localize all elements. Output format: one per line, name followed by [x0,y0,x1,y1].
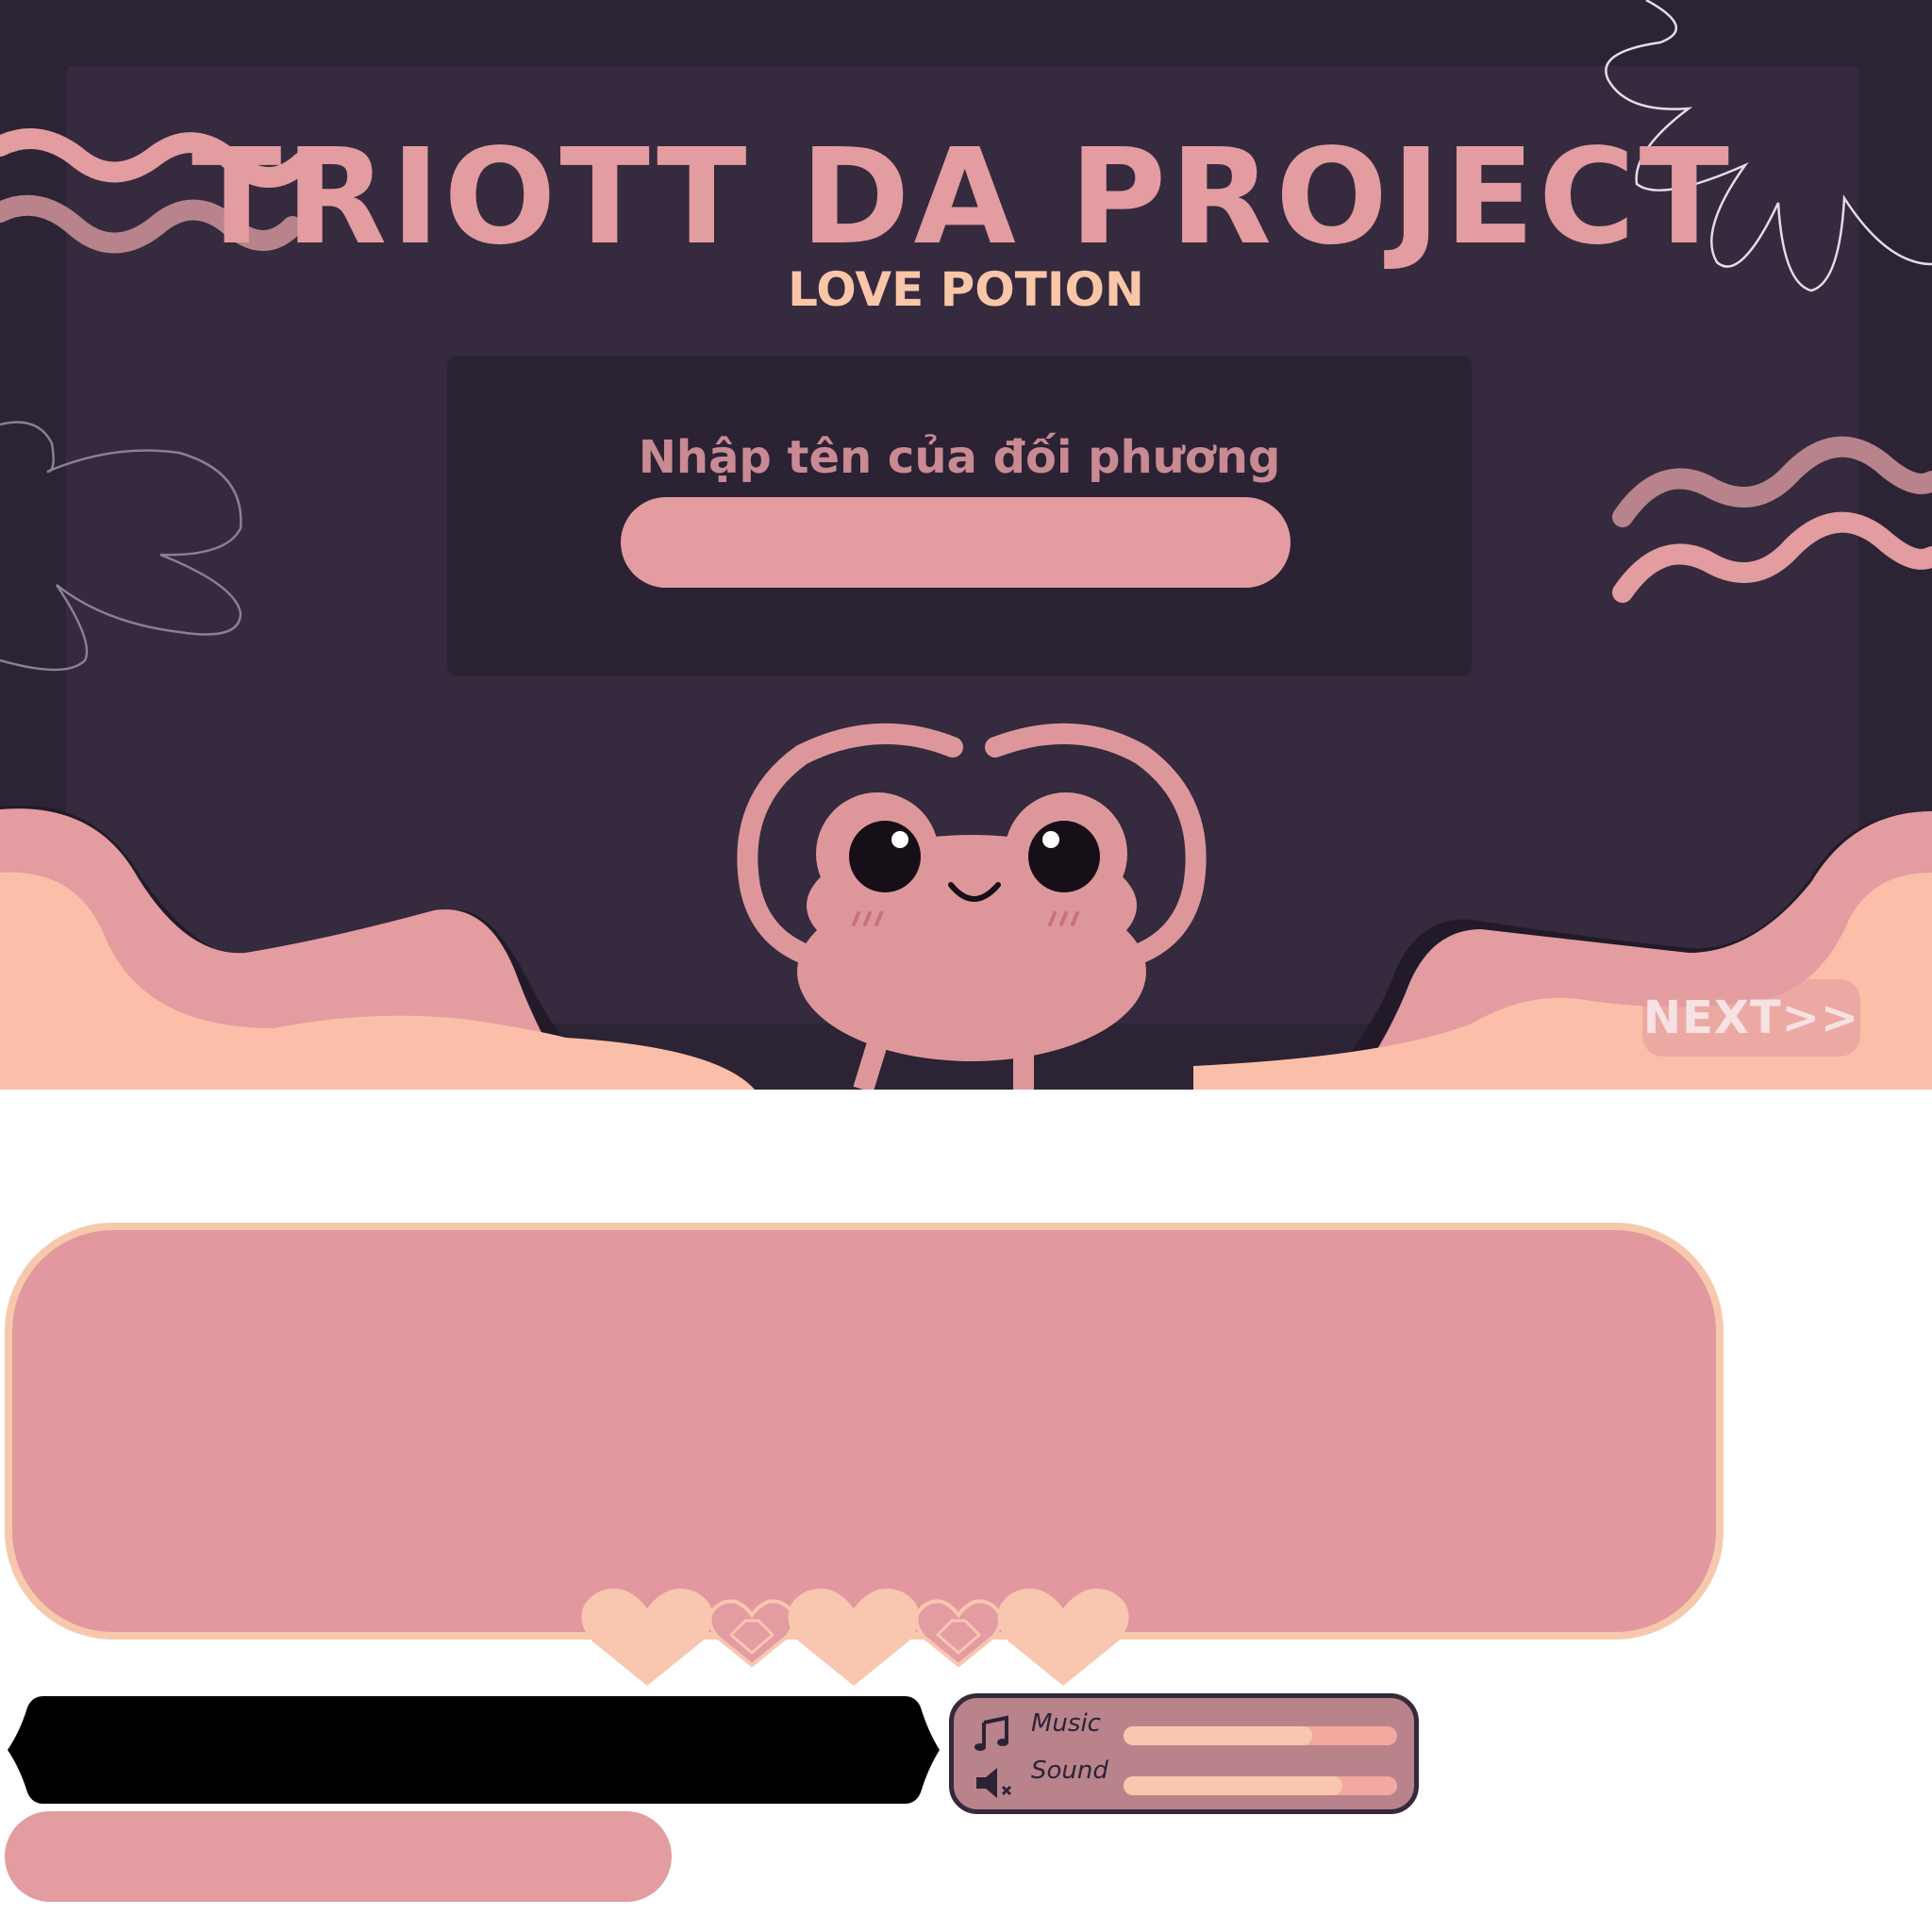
next-button[interactable]: NEXT>> [1642,979,1860,1057]
music-note-icon [974,1715,1012,1757]
sound-slider[interactable] [1124,1776,1397,1795]
name-prompt: Nhập tên của đối phương [638,431,1281,484]
game-title: TRIOTT DA PROJECT [191,121,1734,275]
choice-bar[interactable] [5,1811,672,1902]
squiggle-right-decoration [1612,436,1932,603]
speaker-name-bar [8,1696,940,1804]
dialog-box [5,1223,1724,1640]
game-subtitle: LOVE POTION [788,262,1144,317]
audio-settings-panel: Music Sound [949,1693,1419,1814]
sound-slider-fill [1124,1776,1342,1795]
sound-label: Sound [1031,1757,1108,1785]
music-slider[interactable] [1124,1726,1397,1745]
music-label: Music [1031,1709,1101,1738]
mascot-character [737,723,1207,1090]
partner-name-input[interactable] [621,497,1291,588]
speaker-muted-icon [974,1764,1018,1806]
outline-leaf-decoration [0,421,242,672]
title-scene: TRIOTT DA PROJECT LOVE POTION Nhập tên c… [0,0,1932,1090]
music-slider-fill [1124,1726,1313,1745]
name-entry-panel: Nhập tên của đối phương [447,356,1472,676]
